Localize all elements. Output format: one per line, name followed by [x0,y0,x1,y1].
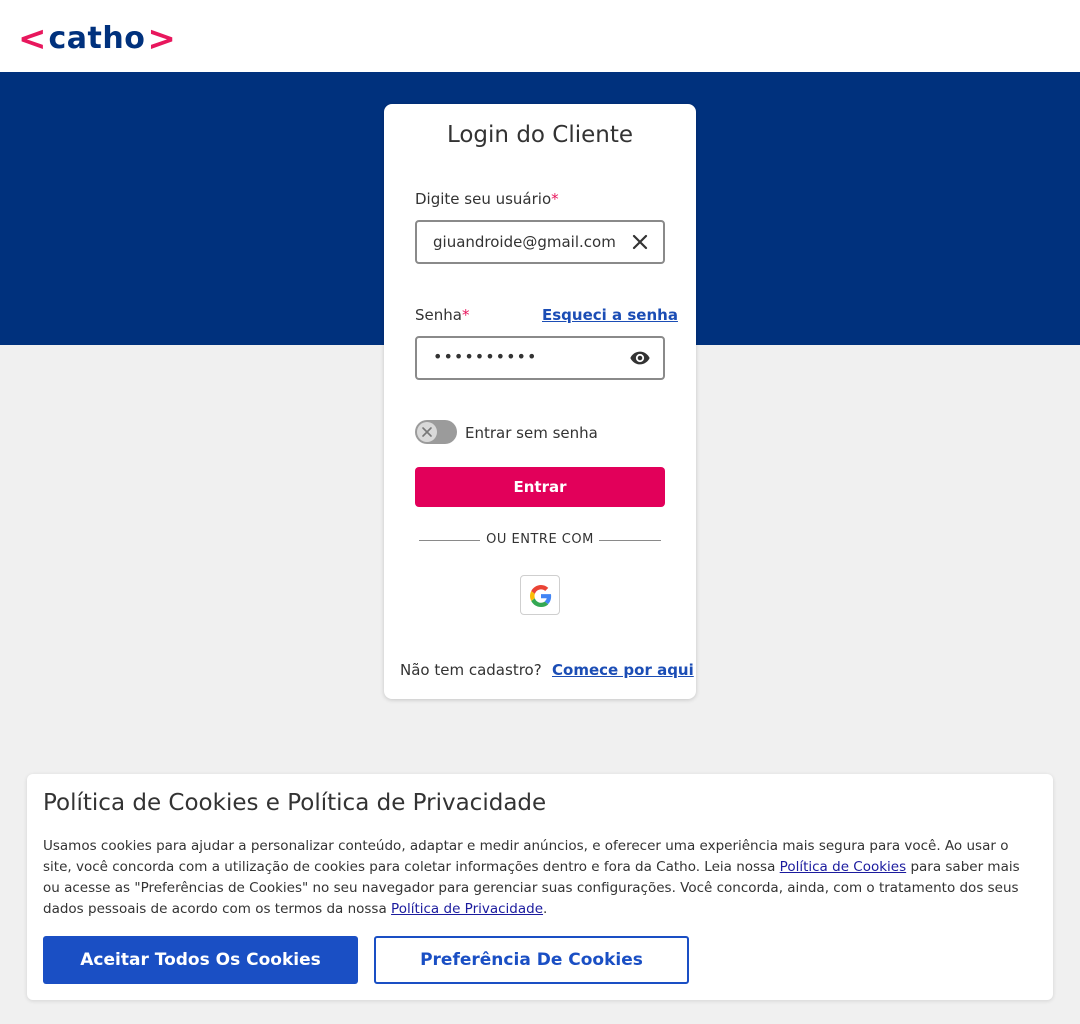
google-icon [530,585,552,607]
or-text: OU ENTRE COM [486,532,594,547]
cookie-policy-link[interactable]: Política de Cookies [780,859,906,875]
divider-left [419,540,480,541]
password-value: •••••••••• [433,347,538,366]
password-label: Senha* [415,306,469,324]
eye-icon[interactable] [629,347,651,369]
passwordless-label: Entrar sem senha [465,424,598,442]
username-label: Digite seu usuário* [415,190,559,208]
login-title: Login do Cliente [446,122,634,148]
accept-cookies-button[interactable]: Aceitar Todos Os Cookies [43,936,358,984]
password-field[interactable]: •••••••••• [415,336,665,380]
username-value: giuandroide@gmail.com [433,233,616,251]
required-mark: * [461,306,470,324]
logo-right-chevron: > [147,19,176,59]
forgot-password-link[interactable]: Esqueci a senha [542,306,678,324]
x-icon [422,427,432,437]
username-field[interactable]: giuandroide@gmail.com [415,220,665,264]
passwordless-toggle[interactable] [415,420,457,444]
username-label-text: Digite seu usuário [415,190,552,208]
required-mark: * [551,190,559,208]
cookie-description: Usamos cookies para ajudar a personaliza… [43,836,1038,920]
login-button[interactable]: Entrar [415,467,665,507]
signup-link[interactable]: Comece por aqui [552,661,694,679]
password-label-text: Senha [415,306,462,324]
google-login-button[interactable] [520,575,560,615]
catho-logo[interactable]: < catho > [18,22,176,56]
no-account-text: Não tem cadastro? [400,661,542,679]
toggle-knob [417,422,437,442]
logo-text: catho [48,21,146,56]
cookie-text-part3: . [543,901,548,917]
cookie-preferences-button[interactable]: Preferência De Cookies [374,936,689,984]
cookie-title: Política de Cookies e Política de Privac… [43,790,547,816]
logo-left-chevron: < [18,19,47,59]
privacy-policy-link[interactable]: Política de Privacidade [391,901,543,917]
close-icon[interactable] [629,231,651,253]
site-header: < catho > [0,0,1080,72]
divider-right [599,540,661,541]
